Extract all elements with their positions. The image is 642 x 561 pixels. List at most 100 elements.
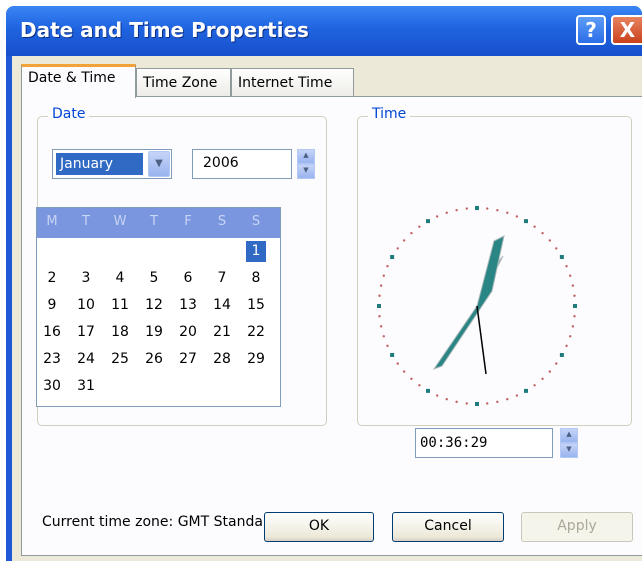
clock-minute-mark (382, 335, 385, 338)
calendar-day[interactable]: 2 (42, 268, 62, 289)
month-select[interactable]: January ▼ (52, 149, 172, 179)
apply-button[interactable]: Apply (521, 512, 633, 542)
spin-up-icon[interactable]: ▲ (297, 149, 315, 164)
clock-minute-mark (435, 394, 439, 397)
tab-label: Date & Time (28, 70, 116, 86)
clock-minute-mark (496, 400, 499, 404)
calendar-day[interactable]: 19 (144, 322, 164, 343)
calendar-day[interactable]: 30 (42, 376, 62, 397)
clock-minute-mark (396, 247, 399, 250)
weekday-label: S (217, 214, 227, 229)
help-button[interactable]: ? (576, 15, 606, 45)
clock-minute-mark (486, 402, 489, 405)
calendar-day[interactable]: 11 (110, 295, 130, 316)
clock-minute-mark (515, 394, 519, 397)
calendar-day[interactable]: 28 (212, 349, 232, 370)
dialog-window: Date and Time Properties ? X Date & Time… (6, 6, 642, 561)
calendar-day[interactable]: 17 (76, 322, 96, 343)
tab-time-zone[interactable]: Time Zone (136, 68, 231, 98)
calendar-day[interactable]: 3 (76, 268, 96, 289)
clock-minute-mark (465, 402, 468, 405)
clock-minute-mark (418, 225, 421, 228)
clock-minute-mark (418, 384, 421, 387)
year-input[interactable]: 2006 (192, 149, 292, 179)
clock-minute-mark (455, 208, 458, 212)
spin-down-icon[interactable]: ▼ (297, 164, 315, 179)
clock-minute-mark (382, 274, 385, 277)
clock-minute-mark (569, 274, 572, 277)
calendar-day[interactable]: 20 (178, 322, 198, 343)
tab-label: Internet Time (238, 75, 333, 91)
calendar-grid[interactable]: M T W T F S S 1 2 3 4 5 6 7 8 9 10 11 12 13 14 15 16 17 1… (36, 207, 281, 407)
calendar-day[interactable]: 26 (144, 349, 164, 370)
year-value: 2006 (203, 155, 239, 171)
date-group-label: Date (48, 106, 90, 122)
clock-hour-mark (475, 402, 479, 406)
weekday-label: T (150, 214, 158, 229)
calendar-day[interactable]: 8 (246, 268, 266, 289)
calendar-day[interactable]: 15 (246, 295, 266, 316)
chevron-down-icon[interactable]: ▼ (148, 151, 170, 177)
title-bar[interactable]: Date and Time Properties ? X (6, 6, 642, 56)
calendar-day[interactable]: 7 (212, 268, 232, 289)
clock-hour-mark (475, 206, 479, 210)
spin-down-icon[interactable]: ▼ (560, 443, 578, 458)
clock-hour-mark (390, 353, 395, 357)
clock-hour-mark (559, 255, 564, 259)
clock-minute-mark (571, 284, 575, 287)
calendar-day[interactable]: 9 (42, 295, 62, 316)
clock-minute-mark (541, 377, 544, 381)
calendar-day[interactable]: 31 (76, 376, 96, 397)
close-button[interactable]: X (611, 15, 642, 45)
calendar-day[interactable]: 4 (110, 268, 130, 289)
time-group-label: Time (368, 106, 411, 122)
clock-minute-mark (378, 294, 381, 297)
spin-up-icon[interactable]: ▲ (560, 428, 578, 443)
clock-minute-mark (486, 207, 489, 210)
time-value: 00:36:29 (420, 435, 488, 451)
calendar-day[interactable]: 21 (212, 322, 232, 343)
calendar-day[interactable]: 13 (178, 295, 198, 316)
ok-button[interactable]: OK (264, 512, 374, 542)
clock-minute-mark (569, 335, 572, 338)
calendar-day[interactable]: 18 (110, 322, 130, 343)
clock-minute-mark (455, 400, 458, 404)
tab-internet-time[interactable]: Internet Time (231, 68, 354, 98)
time-spinner[interactable]: ▲ ▼ (560, 428, 578, 458)
calendar-day[interactable]: 10 (76, 295, 96, 316)
clock-minute-mark (410, 231, 413, 235)
clock-minute-mark (533, 225, 536, 228)
clock-hour-mark (524, 219, 528, 224)
clock-minute-mark (506, 211, 509, 214)
calendar-day[interactable]: 14 (212, 295, 232, 316)
ok-label: OK (308, 518, 330, 534)
calendar-day[interactable]: 22 (246, 322, 266, 343)
clock-minute-mark (515, 215, 519, 218)
clock-minute-mark (379, 284, 383, 287)
calendar-day[interactable]: 5 (144, 268, 164, 289)
calendar-day[interactable]: 6 (178, 268, 198, 289)
clock-minute-mark (465, 207, 468, 210)
clock-hour-mark (524, 388, 528, 393)
calendar-day[interactable]: 1 (246, 241, 266, 262)
cancel-button[interactable]: Cancel (392, 512, 504, 542)
time-input[interactable]: 00:36:29 (415, 428, 553, 458)
calendar-day[interactable]: 25 (110, 349, 130, 370)
clock-hour-mark (426, 388, 430, 393)
tab-label: Time Zone (143, 75, 218, 91)
calendar-day[interactable]: 16 (42, 322, 62, 343)
clock-minute-mark (386, 344, 389, 348)
calendar-day[interactable]: 23 (42, 349, 62, 370)
clock-minute-mark (396, 362, 399, 365)
calendar-day[interactable]: 29 (246, 349, 266, 370)
clock-minute-mark (445, 398, 448, 401)
tab-date-time[interactable]: Date & Time (21, 64, 136, 98)
calendar-day[interactable]: 24 (76, 349, 96, 370)
weekday-label: F (184, 214, 192, 229)
minute-hand (432, 235, 505, 371)
weekday-label: M (46, 214, 58, 229)
calendar-day[interactable]: 12 (144, 295, 164, 316)
calendar-day[interactable]: 27 (178, 349, 198, 370)
weekday-label: T (82, 214, 90, 229)
year-spinner[interactable]: ▲ ▼ (297, 149, 315, 179)
